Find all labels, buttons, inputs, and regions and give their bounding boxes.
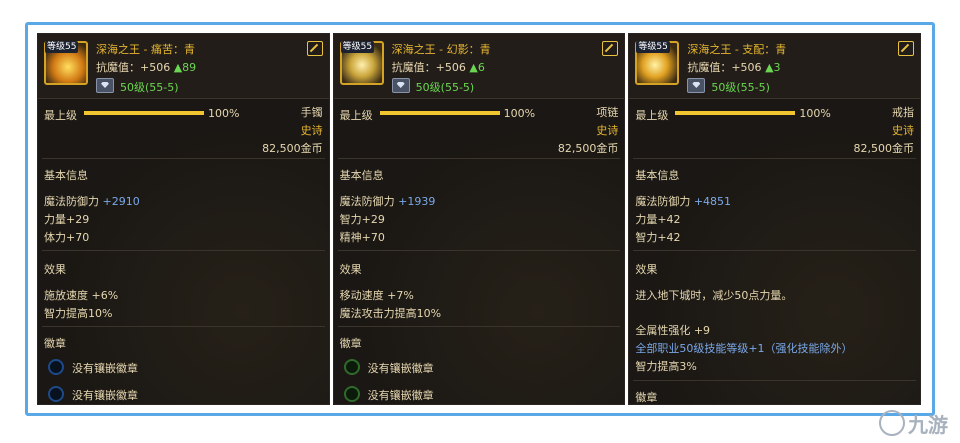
grade-bar bbox=[379, 111, 500, 115]
emblem-slot[interactable]: 没有镶嵌徽章 bbox=[343, 386, 434, 403]
rarity: 史诗 bbox=[300, 124, 323, 137]
level-requirement: 50级(55-5) bbox=[391, 78, 474, 95]
effect-line: 魔法攻击力提高10% bbox=[339, 307, 442, 320]
watermark: 九游 bbox=[879, 409, 948, 438]
price: 82,500金币 bbox=[853, 142, 915, 155]
resist-value: 抗魔值：+506 ▲89 bbox=[96, 61, 197, 74]
effect-title: 效果 bbox=[635, 263, 658, 276]
effect-title: 效果 bbox=[339, 263, 362, 276]
item-tooltip-bracelet[interactable]: 等级55 深海之王 - 痛苦：青 抗魔值：+506 ▲89 50级(55-5) … bbox=[37, 33, 330, 405]
tooltip-header: 等级55 深海之王 - 幻影：青 抗魔值：+506 ▲6 50级(55-5) bbox=[333, 34, 625, 99]
edit-icon[interactable] bbox=[602, 41, 619, 56]
price: 82,500金币 bbox=[557, 142, 619, 155]
effect-line: 进入地下城时，减少50点力量。 bbox=[635, 289, 793, 302]
divider bbox=[337, 326, 621, 327]
level-requirement: 50级(55-5) bbox=[687, 78, 770, 95]
divider bbox=[42, 250, 325, 251]
emblem-socket-icon bbox=[343, 386, 360, 402]
magic-defense: 魔法防御力 +2910 bbox=[44, 195, 140, 208]
grade-bar bbox=[675, 111, 796, 115]
resist-value: 抗魔值：+506 ▲3 bbox=[687, 61, 781, 74]
extra-effect-line: 智力提高3% bbox=[635, 360, 697, 373]
resist-up: ▲89 bbox=[173, 61, 197, 74]
divider bbox=[633, 250, 917, 251]
grade-percent: 100% bbox=[503, 107, 536, 120]
stat-line: 智力+42 bbox=[635, 231, 681, 244]
price: 82,500金币 bbox=[262, 142, 323, 155]
grade-label: 最上级 bbox=[339, 109, 373, 122]
rarity: 史诗 bbox=[892, 124, 915, 137]
emblem-slot[interactable]: 没有镶嵌徽章 bbox=[343, 359, 434, 376]
effect-line: 智力提高10% bbox=[44, 307, 113, 320]
divider bbox=[337, 250, 621, 251]
gem-icon bbox=[96, 78, 114, 93]
effect-line: 施放速度 +6% bbox=[44, 289, 119, 302]
edit-icon[interactable] bbox=[306, 41, 323, 56]
item-title: 深海之王 - 支配：青 bbox=[687, 43, 787, 56]
gem-icon bbox=[687, 78, 706, 93]
emblem-socket-icon bbox=[48, 359, 64, 375]
basic-info-title: 基本信息 bbox=[339, 169, 384, 182]
grade-label: 最上级 bbox=[44, 109, 77, 122]
resist-up: ▲3 bbox=[765, 61, 781, 74]
emblem-slot[interactable]: 没有镶嵌徽章 bbox=[48, 386, 138, 403]
item-title: 深海之王 - 幻影：青 bbox=[391, 43, 491, 56]
resist-up: ▲6 bbox=[469, 61, 485, 74]
emblem-socket-icon bbox=[48, 386, 64, 402]
emblem-title: 徽章 bbox=[339, 337, 362, 350]
divider bbox=[633, 380, 917, 381]
resist-value: 抗魔值：+506 ▲6 bbox=[391, 61, 485, 74]
item-tooltip-necklace[interactable]: 等级55 深海之王 - 幻影：青 抗魔值：+506 ▲6 50级(55-5) 最… bbox=[332, 33, 626, 405]
gem-icon bbox=[391, 78, 410, 93]
emblem-title: 徽章 bbox=[44, 337, 66, 350]
emblem-slot[interactable]: 没有镶嵌徽章 bbox=[48, 359, 138, 376]
level-tag: 等级55 bbox=[45, 41, 79, 53]
rarity: 史诗 bbox=[596, 124, 619, 137]
divider bbox=[633, 158, 917, 159]
level-requirement: 50级(55-5) bbox=[96, 78, 179, 95]
stat-line: 体力+70 bbox=[44, 231, 90, 244]
grade-label: 最上级 bbox=[635, 109, 669, 122]
tooltip-header: 等级55 深海之王 - 支配：青 抗魔值：+506 ▲3 50级(55-5) bbox=[629, 34, 921, 99]
grade-percent: 100% bbox=[208, 107, 240, 120]
item-tooltip-ring[interactable]: 等级55 深海之王 - 支配：青 抗魔值：+506 ▲3 50级(55-5) 最… bbox=[628, 33, 922, 405]
item-icon: 等级55 bbox=[44, 41, 88, 85]
stat-line: 力量+42 bbox=[635, 213, 681, 226]
grade-bar bbox=[84, 111, 204, 115]
divider bbox=[42, 326, 325, 327]
level-tag: 等级55 bbox=[340, 41, 375, 53]
slot-type: 戒指 bbox=[892, 106, 915, 119]
basic-info-title: 基本信息 bbox=[44, 169, 88, 182]
stat-line: 智力+29 bbox=[339, 213, 385, 226]
level-tag: 等级55 bbox=[636, 41, 670, 53]
effect-title: 效果 bbox=[44, 263, 66, 276]
item-comparison: 等级55 深海之王 - 痛苦：青 抗魔值：+506 ▲89 50级(55-5) … bbox=[37, 33, 922, 405]
extra-effect-line: 全属性强化 +9 bbox=[635, 324, 711, 337]
stat-line: 力量+29 bbox=[44, 213, 90, 226]
divider bbox=[42, 158, 325, 159]
emblem-socket-icon bbox=[343, 359, 360, 375]
slot-type: 手镯 bbox=[300, 106, 323, 119]
logo-icon bbox=[879, 410, 905, 436]
magic-defense: 魔法防御力 +4851 bbox=[635, 195, 732, 208]
grade-percent: 100% bbox=[799, 107, 831, 120]
item-icon: 等级55 bbox=[339, 41, 384, 85]
skill-level-bonus: 全部职业50级技能等级+1（强化技能除外） bbox=[635, 342, 853, 355]
divider bbox=[337, 158, 621, 159]
emblem-title: 徽章 bbox=[635, 391, 658, 404]
tooltip-header: 等级55 深海之王 - 痛苦：青 抗魔值：+506 ▲89 50级(55-5) bbox=[38, 34, 329, 99]
stat-line: 精神+70 bbox=[339, 231, 385, 244]
magic-defense: 魔法防御力 +1939 bbox=[339, 195, 436, 208]
effect-line: 移动速度 +7% bbox=[339, 289, 414, 302]
basic-info-title: 基本信息 bbox=[635, 169, 680, 182]
slot-type: 项链 bbox=[596, 106, 619, 119]
edit-icon[interactable] bbox=[898, 41, 915, 56]
item-title: 深海之王 - 痛苦：青 bbox=[96, 43, 195, 56]
item-icon: 等级55 bbox=[635, 41, 680, 85]
